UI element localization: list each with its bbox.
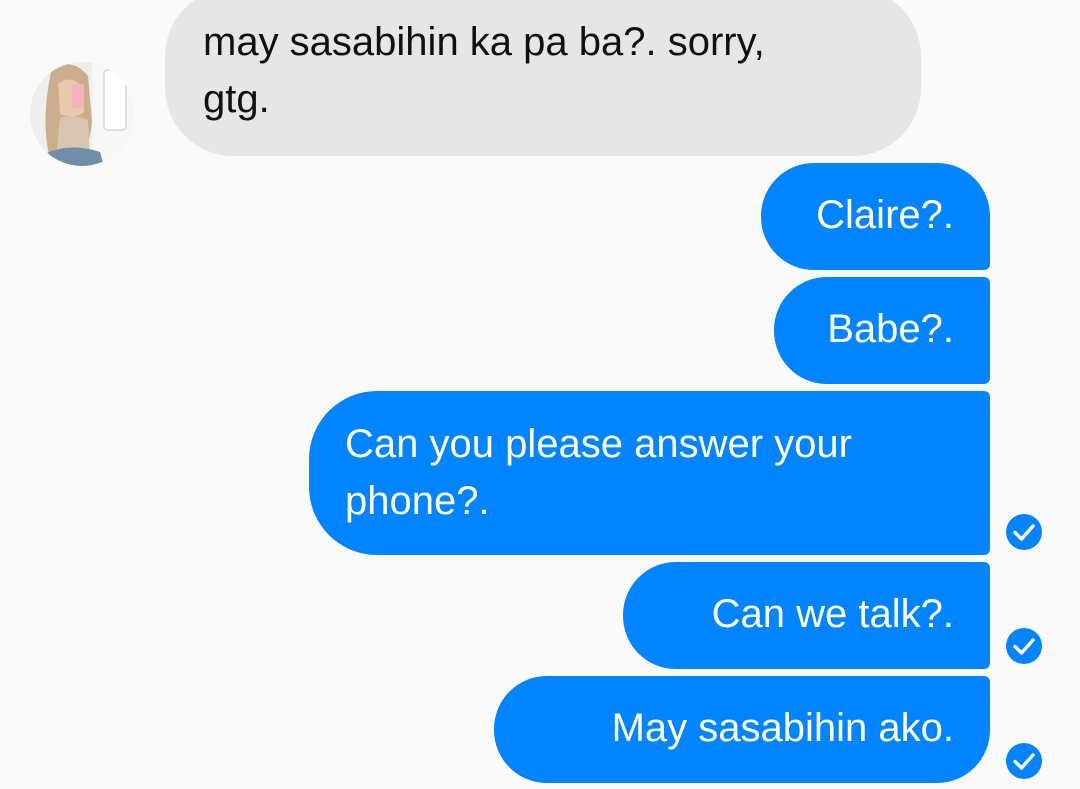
read-receipt-check-icon [1004,512,1044,552]
read-receipt-check-icon [1004,741,1044,781]
outgoing-message-bubble[interactable]: May sasabihin ako. [494,676,990,783]
contact-avatar[interactable] [30,62,134,166]
avatar-photo-icon [30,62,134,166]
outgoing-message-bubble[interactable]: Can you please answer your phone?. [309,391,990,555]
outgoing-message-bubble[interactable]: Babe?. [774,277,990,384]
outgoing-message-bubble[interactable]: Can we talk?. [623,562,990,669]
outgoing-message-bubble[interactable]: Claire?. [761,163,990,270]
conversation-thread: may sasabihin ka pa ba?. sorry, gtg. Cla… [0,0,1080,789]
incoming-message-bubble[interactable]: may sasabihin ka pa ba?. sorry, gtg. [165,0,921,156]
read-receipt-check-icon [1004,626,1044,666]
